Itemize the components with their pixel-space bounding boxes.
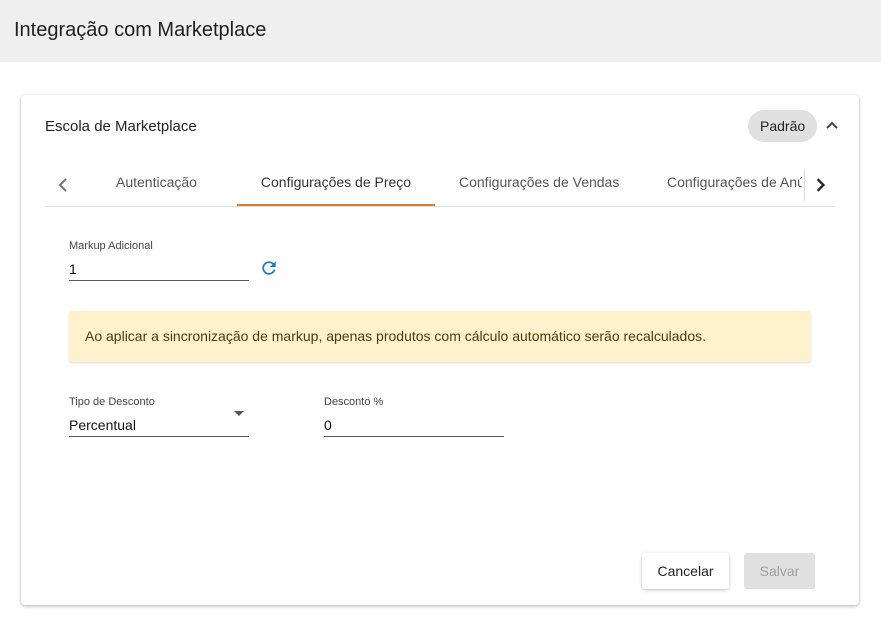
chevron-up-icon[interactable] <box>822 115 842 135</box>
tab-configuracoes-vendas[interactable]: Configurações de Vendas <box>459 163 619 206</box>
discount-input[interactable] <box>324 413 504 437</box>
save-button[interactable]: Salvar <box>744 553 815 589</box>
discount-type-label: Tipo de Desconto <box>69 396 155 408</box>
discount-type-select[interactable] <box>69 413 249 437</box>
marketplace-card: Escola de Marketplace Padrão Autenticaçã… <box>21 95 859 605</box>
tab-configuracoes-preco[interactable]: Configurações de Preço <box>237 163 435 206</box>
tab-bar: Autenticação Configurações de Preço Conf… <box>45 163 835 207</box>
top-bar: Integração com Marketplace <box>0 0 881 62</box>
tab-autenticacao[interactable]: Autenticação <box>116 163 197 206</box>
chevron-left-icon[interactable] <box>47 169 79 201</box>
markup-input[interactable] <box>69 257 249 281</box>
markup-sync-alert: Ao aplicar a sincronização de markup, ap… <box>69 311 811 362</box>
cancel-button[interactable]: Cancelar <box>642 553 729 589</box>
tab-strip: Autenticação Configurações de Preço Conf… <box>89 163 802 207</box>
dropdown-arrow-icon[interactable] <box>234 411 244 416</box>
page-title: Integração com Marketplace <box>14 19 267 41</box>
refresh-icon[interactable] <box>259 258 279 278</box>
markup-label: Markup Adicional <box>69 240 153 252</box>
tab-configuracoes-anuncios[interactable]: Configurações de Anúncios <box>667 163 802 206</box>
card-title: Escola de Marketplace <box>45 118 197 135</box>
default-chip: Padrão <box>748 110 818 142</box>
alert-text: Ao aplicar a sincronização de markup, ap… <box>85 328 707 344</box>
discount-label: Desconto % <box>324 396 384 408</box>
chevron-right-icon[interactable] <box>804 169 836 201</box>
